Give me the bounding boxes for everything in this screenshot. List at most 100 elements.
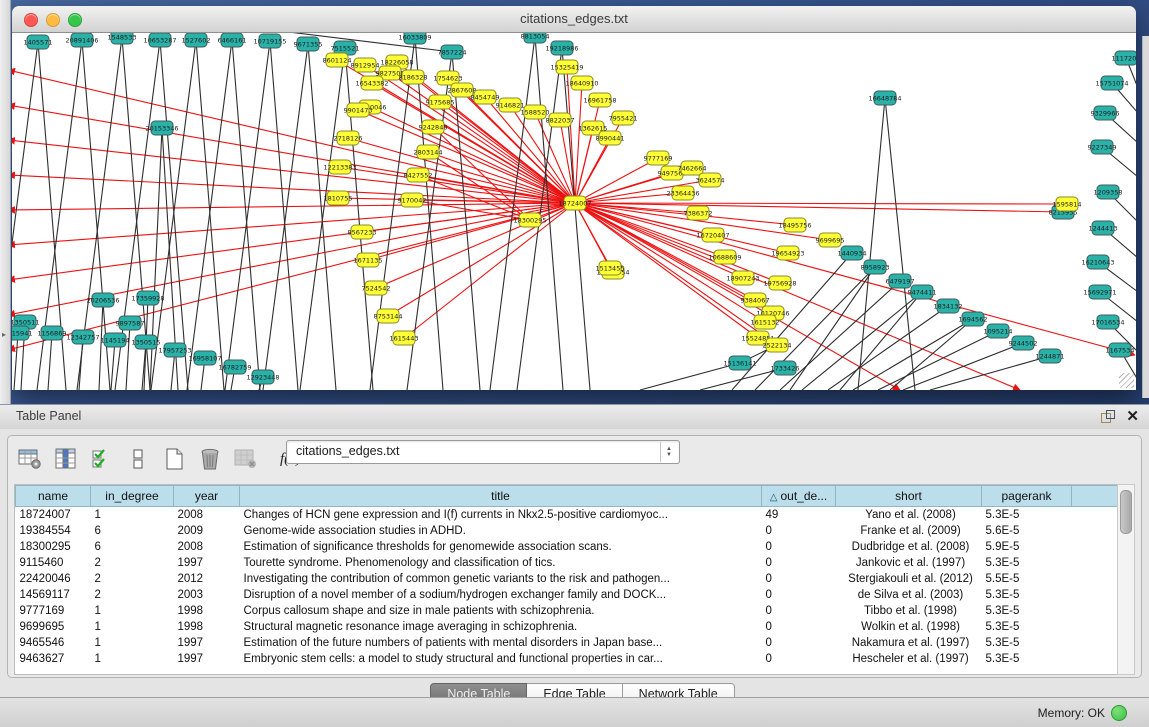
graph-node[interactable]: 1615443 <box>390 331 419 345</box>
citation-edge-black[interactable] <box>225 41 270 390</box>
graph-node[interactable]: 10719155 <box>253 34 286 48</box>
citation-edge-black[interactable] <box>263 44 308 390</box>
graph-node[interactable]: 2718126 <box>334 131 363 145</box>
graph-node[interactable]: 9170042 <box>398 193 427 207</box>
citation-edge-black[interactable] <box>14 333 18 390</box>
window-resize-grip[interactable] <box>1119 373 1134 388</box>
graph-node[interactable]: 9901473 <box>344 103 373 117</box>
graph-node[interactable]: 1810755 <box>324 191 353 205</box>
table-row[interactable]: 1872400712008Changes of HCN gene express… <box>16 507 1118 524</box>
graph-node[interactable]: 9474411 <box>908 285 937 299</box>
graph-node[interactable]: 1694562 <box>959 312 988 326</box>
graph-node[interactable]: 16033809 <box>398 33 431 44</box>
graph-node[interactable]: 1440934 <box>838 246 867 260</box>
graph-node[interactable]: 16782759 <box>218 360 251 374</box>
table-row[interactable]: 1938455462009Genome-wide association stu… <box>16 523 1118 539</box>
graph-node[interactable]: 16720407 <box>696 228 729 242</box>
citation-edge-black[interactable] <box>300 48 345 390</box>
graph-node[interactable]: 20153346 <box>145 121 178 135</box>
graph-node[interactable]: 8822037 <box>546 113 575 127</box>
graph-node[interactable]: 9329966 <box>1091 106 1120 120</box>
citation-edge-black[interactable] <box>126 323 130 390</box>
graph-node[interactable]: 9777169 <box>644 151 673 165</box>
graph-node[interactable]: 1834132 <box>934 299 963 313</box>
graph-node[interactable]: 16648784 <box>868 91 901 105</box>
graph-node[interactable]: 8990441 <box>596 131 625 145</box>
citation-edge-black[interactable] <box>930 356 1050 390</box>
graph-node[interactable]: 1548533 <box>108 33 137 44</box>
citation-edge-black[interactable] <box>308 44 336 390</box>
split-rows-icon[interactable] <box>126 447 150 471</box>
graph-node[interactable]: 9175685 <box>426 95 455 109</box>
graph-node[interactable]: 9227349 <box>1088 140 1117 154</box>
citation-edge-black[interactable] <box>790 267 875 390</box>
graph-node[interactable]: 23364436 <box>666 186 699 200</box>
citation-edge-black[interactable] <box>885 98 915 390</box>
graph-node[interactable]: 8813054 <box>521 33 550 43</box>
graph-node[interactable]: 18640910 <box>565 76 598 90</box>
network-canvas[interactable]: 1405571208914061548533106532871527602646… <box>12 33 1136 390</box>
citation-graph[interactable]: 1405571208914061548533106532871527602646… <box>12 33 1136 390</box>
graph-node[interactable]: 8186328 <box>399 70 428 84</box>
graph-node[interactable]: 10688609 <box>708 250 741 264</box>
graph-node[interactable]: 1145194 <box>101 333 130 347</box>
citation-edge-black[interactable] <box>858 98 885 390</box>
memory-status-indicator[interactable] <box>1111 705 1127 721</box>
graph-node[interactable]: 9244502 <box>1009 336 1038 350</box>
citation-edge-black[interactable] <box>270 41 298 390</box>
graph-node[interactable]: 1209358 <box>1094 185 1123 199</box>
citation-edge-black[interactable] <box>828 306 948 390</box>
graph-node[interactable]: 16210643 <box>1081 255 1114 269</box>
column-header-year[interactable]: year <box>174 486 240 507</box>
graph-node[interactable]: 1733426 <box>771 361 800 375</box>
graph-node[interactable]: 8753144 <box>374 309 403 323</box>
graph-node[interactable]: 15692971 <box>1083 285 1116 299</box>
graph-node[interactable]: 10653287 <box>143 33 176 47</box>
column-header-name[interactable]: name <box>16 486 91 507</box>
table-row[interactable]: 977716911998Corpus callosum shape and si… <box>16 603 1118 619</box>
new-document-icon[interactable] <box>162 447 186 471</box>
column-header-out-degree[interactable]: △out_de... <box>762 486 836 507</box>
column-header-pagerank[interactable]: pagerank <box>982 486 1072 507</box>
citation-edge-black[interactable] <box>345 48 373 390</box>
graph-node[interactable]: 17016534 <box>1091 315 1124 329</box>
graph-node[interactable]: 1513455 <box>596 261 625 275</box>
table-row[interactable]: 1830029562008Estimation of significance … <box>16 539 1118 555</box>
graph-node[interactable]: 9699695 <box>816 233 845 247</box>
graph-node[interactable]: 8601124 <box>323 53 352 67</box>
graph-node[interactable]: 20891406 <box>65 33 98 47</box>
graph-node[interactable]: 19218986 <box>545 41 578 55</box>
citation-edge-red[interactable] <box>575 203 788 253</box>
graph-node[interactable]: 1244871 <box>1036 349 1065 363</box>
citation-edge-red[interactable] <box>575 83 582 203</box>
graph-node[interactable]: 16958107 <box>188 351 221 365</box>
graph-node[interactable]: 1095214 <box>984 324 1013 338</box>
graph-node[interactable]: 1527602 <box>182 33 211 47</box>
graph-node[interactable]: 12342757 <box>66 330 99 344</box>
graph-node[interactable]: 1615132 <box>751 315 780 329</box>
graph-node[interactable]: 2803144 <box>414 145 443 159</box>
select-columns-icon[interactable] <box>54 447 78 471</box>
close-icon[interactable]: ✕ <box>1126 407 1139 425</box>
citation-edge-red[interactable] <box>388 203 575 316</box>
graph-node[interactable]: 7955421 <box>609 111 638 125</box>
left-panel-edge[interactable]: ▸ <box>0 0 11 404</box>
citation-edge-black[interactable] <box>853 319 973 390</box>
scrollbar-thumb[interactable] <box>1120 490 1132 534</box>
graph-node[interactable]: 8567233 <box>348 225 377 239</box>
right-panel-edge[interactable] <box>1142 36 1149 398</box>
table-settings-icon[interactable] <box>18 447 42 471</box>
graph-node[interactable]: 1156869 <box>38 326 67 340</box>
citation-edge-black[interactable] <box>48 333 52 390</box>
table-vertical-scrollbar[interactable] <box>1117 484 1135 675</box>
graph-node[interactable]: 9242848 <box>419 120 448 134</box>
graph-node[interactable]: 17957253 <box>158 343 191 357</box>
table-row[interactable]: 1456911722003Disruption of a novel membe… <box>16 587 1118 603</box>
graph-node[interactable]: 9897587 <box>116 316 145 330</box>
graph-node[interactable]: 15325419 <box>550 60 583 74</box>
network-window-titlebar[interactable]: citations_edges.txt <box>12 6 1136 33</box>
graph-node[interactable]: 1595814 <box>1053 197 1082 211</box>
graph-node[interactable]: 20206536 <box>86 293 119 307</box>
graph-node[interactable]: 1117204 <box>1112 51 1136 65</box>
graph-node[interactable]: 3624574 <box>696 173 725 187</box>
